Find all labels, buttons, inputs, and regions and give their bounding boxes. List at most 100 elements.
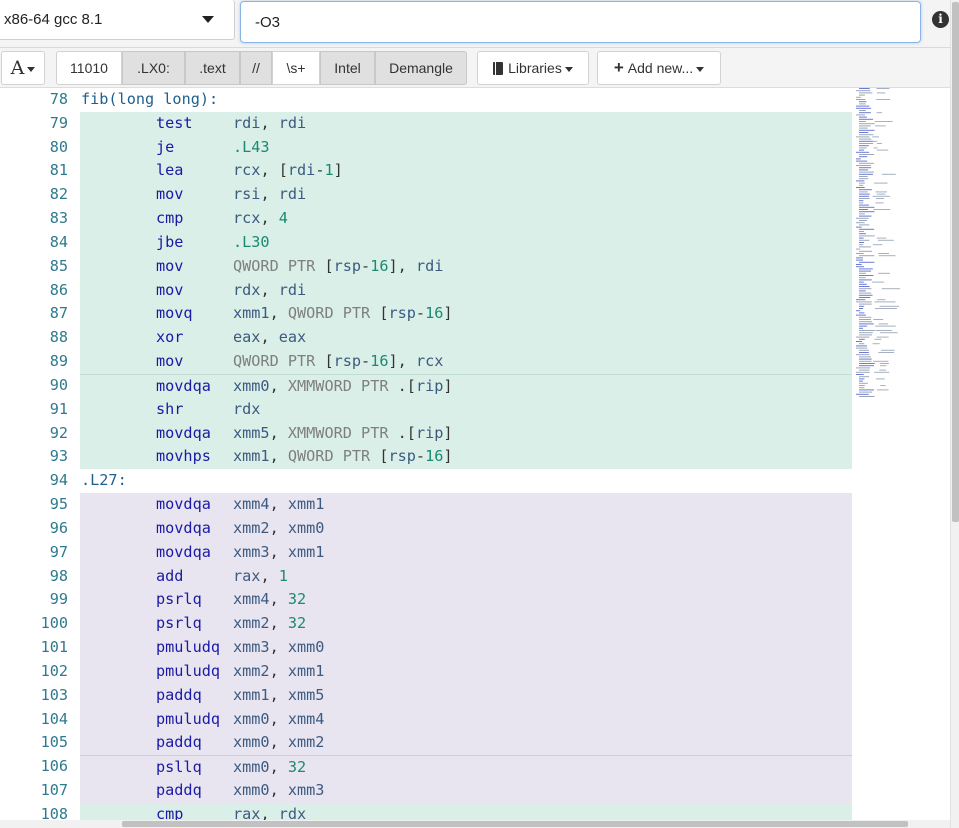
asm-label[interactable]: fib(long long): xyxy=(81,90,218,108)
code-line[interactable]: 82 mov rsi, rdi xyxy=(0,183,852,208)
vertical-scrollbar[interactable] xyxy=(950,0,959,828)
asm-opcode[interactable]: add xyxy=(156,565,183,589)
asm-opcode[interactable]: psllq xyxy=(156,756,202,780)
compiler-select[interactable]: x86-64 gcc 8.1 xyxy=(0,0,235,40)
asm-opcode[interactable]: movq xyxy=(156,302,193,326)
code-line[interactable]: 103 paddq xmm1, xmm5 xyxy=(0,683,852,708)
minimap-line xyxy=(856,151,870,153)
font-size-button[interactable]: A xyxy=(1,51,45,85)
code-line[interactable]: 89 mov QWORD PTR [rsp-16], rcx xyxy=(0,350,852,374)
vertical-scrollbar-thumb[interactable] xyxy=(952,2,959,522)
minimap-line xyxy=(859,294,873,296)
code-text: movhps xmm1, QWORD PTR [rsp-16] xyxy=(80,445,852,470)
filter-button[interactable]: Intel xyxy=(320,51,375,85)
info-circle-icon[interactable]: i xyxy=(932,11,949,28)
code-line[interactable]: 91 shr rdx xyxy=(0,397,852,422)
asm-operands: rdi, rdi xyxy=(233,113,307,132)
code-line[interactable]: 90 movdqa xmm0, XMMWORD PTR .[rip] xyxy=(0,373,852,399)
add-new-button[interactable]: + Add new... xyxy=(597,51,721,85)
asm-opcode[interactable]: xor xyxy=(156,326,183,350)
minimap-line xyxy=(859,92,873,94)
code-minimap[interactable] xyxy=(852,88,908,820)
code-line[interactable]: 102 pmuludq xmm2, xmm1 xyxy=(0,659,852,684)
code-line[interactable]: 98 add rax, 1 xyxy=(0,564,852,589)
code-line[interactable]: 84 jbe .L30 xyxy=(0,230,852,255)
asm-label[interactable]: .L27: xyxy=(81,471,127,489)
code-line[interactable]: 104 pmuludq xmm0, xmm4 xyxy=(0,707,852,732)
code-line[interactable]: 83 cmp rcx, 4 xyxy=(0,207,852,231)
asm-opcode[interactable]: shr xyxy=(156,398,183,422)
minimap-line xyxy=(879,305,900,307)
asm-opcode[interactable]: test xyxy=(156,112,193,136)
minimap-line xyxy=(859,378,865,380)
code-line[interactable]: 92 movdqa xmm5, XMMWORD PTR .[rip] xyxy=(0,421,852,446)
asm-opcode[interactable]: paddq xyxy=(156,779,202,803)
compiler-options-input[interactable] xyxy=(240,1,921,43)
asm-opcode[interactable]: movhps xyxy=(156,445,211,469)
asm-opcode[interactable]: mov xyxy=(156,350,183,374)
code-line[interactable]: 99 psrlq xmm4, 32 xyxy=(0,588,852,613)
filter-button[interactable]: .text xyxy=(185,51,240,85)
asm-opcode[interactable]: movdqa xyxy=(156,422,211,446)
asm-opcode[interactable]: movdqa xyxy=(156,541,211,565)
asm-opcode[interactable]: pmuludq xyxy=(156,636,220,660)
code-text: lea rcx, [rdi-1] xyxy=(80,159,852,184)
asm-opcode[interactable]: je xyxy=(156,136,174,160)
asm-opcode[interactable]: movdqa xyxy=(156,517,211,541)
asm-opcode[interactable]: pmuludq xyxy=(156,708,220,732)
code-line[interactable]: 106 psllq xmm0, 32 xyxy=(0,755,852,780)
code-text: xor eax, eax xyxy=(80,326,852,351)
code-line[interactable]: 79 test rdi, rdi xyxy=(0,111,852,136)
asm-operands: xmm1, QWORD PTR [rsp-16] xyxy=(233,447,453,466)
asm-operands: .L30 xyxy=(233,232,270,251)
code-line[interactable]: 107 paddq xmm0, xmm3 xyxy=(0,779,852,803)
asm-opcode[interactable]: psrlq xyxy=(156,588,202,612)
code-line[interactable]: 95 movdqa xmm4, xmm1 xyxy=(0,493,852,517)
asm-opcode[interactable]: psrlq xyxy=(156,612,202,636)
asm-operands: QWORD PTR [rsp-16], rcx xyxy=(233,352,444,371)
minimap-line xyxy=(859,198,870,199)
asm-opcode[interactable]: mov xyxy=(156,279,183,303)
code-line[interactable]: 80 je .L43 xyxy=(0,135,852,160)
asm-opcode[interactable]: movdqa xyxy=(156,375,211,399)
filter-button[interactable]: 11010 xyxy=(56,51,122,85)
asm-opcode[interactable]: mov xyxy=(156,183,183,207)
asm-opcode[interactable]: mov xyxy=(156,255,183,279)
filter-button[interactable]: Demangle xyxy=(375,51,467,85)
filter-button[interactable]: .LX0: xyxy=(122,51,185,85)
asm-opcode[interactable]: cmp xyxy=(156,803,183,820)
asm-opcode[interactable]: lea xyxy=(156,159,183,183)
horizontal-scrollbar[interactable] xyxy=(0,820,950,828)
code-line[interactable]: 88 xor eax, eax xyxy=(0,326,852,351)
code-line[interactable]: 93 movhps xmm1, QWORD PTR [rsp-16] xyxy=(0,445,852,470)
assembly-editor[interactable]: 78 fib(long long): 79 test rdi, rdi 80 je .L43 8… xyxy=(0,88,950,820)
asm-operands: xmm2, 32 xyxy=(233,614,307,633)
filter-button[interactable]: // xyxy=(240,51,272,85)
minimap-line xyxy=(859,116,867,118)
asm-opcode[interactable]: cmp xyxy=(156,207,183,231)
code-line[interactable]: 96 movdqa xmm2, xmm0 xyxy=(0,516,852,541)
code-line[interactable]: 105 paddq xmm0, xmm2 xyxy=(0,731,852,756)
asm-opcode[interactable]: movdqa xyxy=(156,493,211,517)
asm-opcode[interactable]: jbe xyxy=(156,231,183,255)
code-line[interactable]: 86 mov rdx, rdi xyxy=(0,278,852,303)
code-text: paddq xmm1, xmm5 xyxy=(80,683,852,708)
code-line[interactable]: 94 .L27: xyxy=(0,469,852,493)
minimap-line xyxy=(856,90,871,92)
asm-opcode[interactable]: paddq xyxy=(156,731,202,755)
libraries-button[interactable]: Libraries xyxy=(477,51,589,85)
filter-button[interactable]: \s+ xyxy=(272,51,320,85)
code-line[interactable]: 85 mov QWORD PTR [rsp-16], rdi xyxy=(0,254,852,279)
line-number: 100 xyxy=(40,614,68,633)
asm-opcode[interactable]: pmuludq xyxy=(156,660,220,684)
code-line[interactable]: 78 fib(long long): xyxy=(0,88,852,112)
code-line[interactable]: 100 psrlq xmm2, 32 xyxy=(0,612,852,637)
code-line[interactable]: 87 movq xmm1, QWORD PTR [rsp-16] xyxy=(0,302,852,327)
minimap-line xyxy=(872,244,883,246)
horizontal-scrollbar-thumb[interactable] xyxy=(122,821,908,827)
code-line[interactable]: 108 cmp rax, rdx xyxy=(0,802,852,820)
code-line[interactable]: 97 movdqa xmm3, xmm1 xyxy=(0,540,852,565)
code-line[interactable]: 81 lea rcx, [rdi-1] xyxy=(0,159,852,184)
code-line[interactable]: 101 pmuludq xmm3, xmm0 xyxy=(0,636,852,660)
asm-opcode[interactable]: paddq xyxy=(156,684,202,708)
